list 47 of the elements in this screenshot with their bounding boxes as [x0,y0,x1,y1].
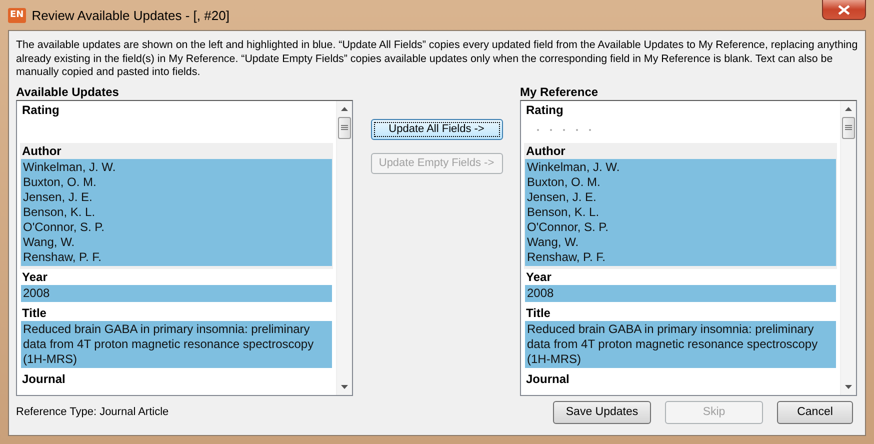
panel-heading: My Reference [520,84,600,100]
field-label: Title [21,306,48,320]
window-title: Review Available Updates - [, #20] [32,8,230,22]
field-label: Year [525,270,552,284]
reference-type-text: Reference Type: Journal Article [16,406,169,418]
field-section[interactable]: Year 2008 [524,268,837,304]
field-label: Journal [525,372,570,386]
field-section[interactable]: Rating [524,102,837,142]
scroll-thumb[interactable] [842,116,855,138]
field-value[interactable]: Winkelman, J. W. Buxton, O. M. Jensen, J. E. Benson, K. L. O'Connor, S. P. Wang, W. Renshaw, P. F. [21,158,332,266]
app-icon: EN [8,8,26,22]
field-label: Year [21,270,48,284]
scroll-thumb[interactable] [338,116,351,138]
field-section[interactable]: Title Reduced brain GABA in primary insomnia: preliminary data from 4T proton magnetic resonance spectroscopy (1H-MRS) [20,304,333,370]
field-section[interactable]: Year 2008 [20,268,333,304]
field-value[interactable]: Reduced brain GABA in primary insomnia: preliminary data from 4T proton magnetic resonance spectroscopy (1H-MRS) [21,320,332,368]
field-label: Title [525,306,552,320]
dialog-button[interactable]: Save Updates [553,400,651,424]
scroll-up-icon [845,106,852,110]
field-section[interactable]: Author Winkelman, J. W. Buxton, O. M. Jensen, J. E. Benson, K. L. O'Connor, S. P. Wang, W. Renshaw, P. F. [524,142,837,268]
dialog-button[interactable]: Cancel [777,400,853,424]
field-value[interactable]: Reduced brain GABA in primary insomnia: preliminary data from 4T proton magnetic resonance spectroscopy (1H-MRS) [525,320,836,368]
close-button[interactable] [822,0,866,20]
field-section[interactable]: Journal [524,370,837,390]
field-section[interactable]: Journal [20,370,333,390]
scroll-up-icon [341,106,348,110]
description-text: The available updates are shown on the left and highlighted in blue. “Update All Fields” copies every updated field from the Available Updates to My Reference, replacing anything already existing in the field(s) in My Reference. “Update Empty Fields” copies available updates only when the corresponding field in My Reference is blank. Text can also be manually copied and pasted into fields. [16,39,859,80]
field-value[interactable]: 2008 [525,284,836,302]
grip-icon [341,124,348,131]
scrollbar[interactable] [336,100,352,394]
field-label: Rating [525,102,564,118]
field-value[interactable]: 2008 [21,284,332,302]
scroll-down-icon [845,384,852,388]
field-value[interactable]: Winkelman, J. W. Buxton, O. M. Jensen, J. E. Benson, K. L. O'Connor, S. P. Wang, W. Renshaw, P. F. [525,158,836,266]
field-section[interactable]: Title Reduced brain GABA in primary insomnia: preliminary data from 4T proton magnetic resonance spectroscopy (1H-MRS) [524,304,837,370]
update-button[interactable]: Update All Fields -> [370,118,502,140]
scroll-down-icon [341,384,348,388]
field-label: Journal [21,372,66,386]
field-label: Rating [21,102,60,118]
panel-heading: Available Updates [16,84,120,100]
field-section[interactable]: Author Winkelman, J. W. Buxton, O. M. Jensen, J. E. Benson, K. L. O'Connor, S. P. Wang, W. Renshaw, P. F. [20,142,333,268]
scrollbar[interactable] [840,100,856,394]
close-icon [838,4,850,14]
field-label: Author [21,144,62,158]
field-label: Author [525,144,566,158]
field-section[interactable]: Rating [20,102,333,142]
grip-icon [845,124,852,131]
